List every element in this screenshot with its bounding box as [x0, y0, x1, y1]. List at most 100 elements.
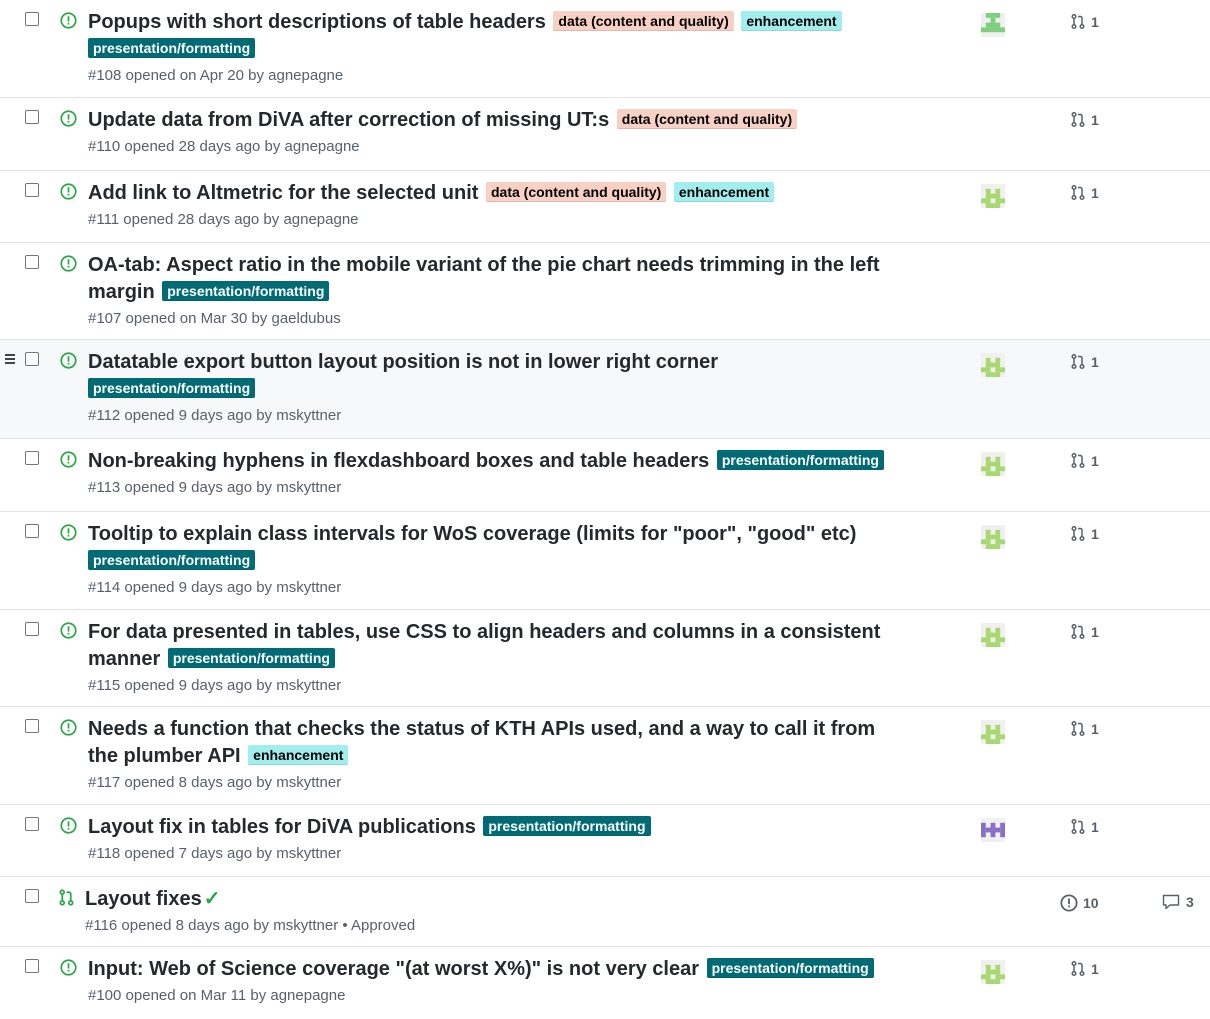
issue-title-link[interactable]: Tooltip to explain class intervals for W… [88, 523, 856, 545]
label-data-quality[interactable]: data (content and quality) [485, 182, 667, 202]
issue-title-link[interactable]: Non-breaking hyphens in flexdashboard bo… [88, 450, 709, 472]
linked-pr-count[interactable]: 1 [1070, 818, 1099, 835]
comment-icon [1162, 894, 1180, 910]
list-item: Input: Web of Science coverage "(at wors… [0, 947, 1210, 1019]
pull-request-icon [1071, 720, 1085, 737]
issue-meta: #108 opened on Apr 20 by agnepagne [88, 67, 344, 84]
comments-count[interactable]: 3 [1162, 894, 1194, 910]
select-checkbox[interactable] [25, 451, 39, 465]
pull-request-icon [1071, 353, 1085, 370]
list-item: For data presented in tables, use CSS to… [0, 610, 1210, 707]
label-presentation-formatting[interactable]: presentation/formatting [706, 958, 874, 978]
pull-request-icon [1071, 184, 1085, 201]
issue-meta: #100 opened on Mar 11 by agnepagne [88, 987, 346, 1004]
select-checkbox[interactable] [25, 183, 39, 197]
assignee-avatar[interactable] [981, 818, 1005, 842]
select-checkbox[interactable] [25, 889, 39, 903]
linked-pr-count[interactable]: 1 [1070, 623, 1099, 640]
assignee-avatar[interactable] [981, 13, 1005, 37]
issue-meta: #115 opened 9 days ago by mskyttner [88, 677, 342, 694]
select-checkbox[interactable] [25, 622, 39, 636]
list-item: Layout fix in tables for DiVA publicatio… [0, 805, 1210, 877]
select-checkbox[interactable] [25, 719, 39, 733]
issue-title-link[interactable]: Needs a function that checks the status … [88, 718, 875, 767]
issue-title-link[interactable]: Update data from DiVA after correction o… [88, 109, 609, 131]
pull-request-icon [1071, 623, 1085, 640]
issue-meta: #111 opened 28 days ago by agnepagne [88, 211, 359, 228]
issue-meta: #113 opened 9 days ago by mskyttner [88, 479, 342, 496]
select-checkbox[interactable] [25, 817, 39, 831]
issue-meta: #110 opened 28 days ago by agnepagne [88, 138, 360, 155]
issue-title-link[interactable]: Popups with short descriptions of table … [88, 11, 546, 33]
assignee-avatar[interactable] [981, 184, 1005, 208]
label-presentation-formatting[interactable]: presentation/formatting [483, 816, 651, 836]
linked-pr-count[interactable]: 1 [1070, 720, 1099, 737]
label-enhancement[interactable]: enhancement [741, 11, 842, 31]
pull-request-icon [1071, 111, 1085, 128]
issue-meta: #117 opened 8 days ago by mskyttner [88, 774, 342, 791]
assignee-avatar[interactable] [981, 525, 1005, 549]
assignee-avatar[interactable] [981, 720, 1005, 744]
list-item: OA-tab: Aspect ratio in the mobile varia… [0, 243, 1210, 340]
issue-meta: #107 opened on Mar 30 by gaeldubus [88, 310, 341, 327]
label-presentation-formatting[interactable]: presentation/formatting [162, 281, 330, 301]
open-pull-request-icon [59, 889, 74, 906]
label-data-quality[interactable]: data (content and quality) [553, 11, 734, 31]
open-issue-icon [60, 817, 77, 834]
label-enhancement[interactable]: enhancement [673, 182, 775, 202]
select-checkbox[interactable] [25, 110, 39, 124]
linked-pr-count[interactable]: 1 [1070, 960, 1099, 977]
open-issue-icon [60, 255, 77, 272]
label-presentation-formatting[interactable]: presentation/formatting [716, 450, 884, 470]
issue-opened-icon [1060, 894, 1078, 912]
select-checkbox[interactable] [25, 352, 39, 366]
linked-pr-count[interactable]: 1 [1070, 111, 1099, 128]
assignee-avatar[interactable] [981, 353, 1005, 377]
issue-meta: #118 opened 7 days ago by mskyttner [88, 845, 342, 862]
label-data-quality[interactable]: data (content and quality) [616, 109, 798, 129]
open-issue-icon [60, 719, 77, 736]
select-checkbox[interactable] [25, 255, 39, 269]
pull-request-icon [1071, 452, 1085, 469]
linked-issues-count[interactable]: 10 [1060, 894, 1099, 912]
pull-request-icon [1071, 818, 1085, 835]
label-presentation-formatting[interactable]: presentation/formatting [167, 648, 335, 668]
label-presentation-formatting[interactable]: presentation/formatting [88, 550, 256, 570]
open-issue-icon [60, 352, 77, 369]
open-issue-icon [60, 12, 77, 29]
issue-list: Popups with short descriptions of table … [0, 0, 1210, 1019]
list-item: Non-breaking hyphens in flexdashboard bo… [0, 439, 1210, 512]
list-item: Needs a function that checks the status … [0, 707, 1210, 805]
assignee-avatar[interactable] [981, 623, 1005, 647]
assignee-avatar[interactable] [981, 960, 1005, 984]
list-item: Datatable export button layout position … [0, 340, 1210, 439]
select-checkbox[interactable] [25, 524, 39, 538]
pr-title-link[interactable]: Layout fixes [85, 888, 202, 910]
label-presentation-formatting[interactable]: presentation/formatting [88, 38, 256, 58]
linked-pr-count[interactable]: 1 [1070, 184, 1099, 201]
issue-title-link[interactable]: Layout fix in tables for DiVA publicatio… [88, 816, 476, 838]
pull-request-icon [1071, 525, 1085, 542]
open-issue-icon [60, 451, 77, 468]
select-checkbox[interactable] [25, 12, 39, 26]
linked-pr-count[interactable]: 1 [1070, 13, 1099, 30]
label-enhancement[interactable]: enhancement [248, 745, 349, 765]
open-issue-icon [60, 524, 77, 541]
linked-pr-count[interactable]: 1 [1070, 452, 1099, 469]
select-checkbox[interactable] [25, 959, 39, 973]
label-presentation-formatting[interactable]: presentation/formatting [88, 378, 256, 398]
issue-title-link[interactable]: Datatable export button layout position … [88, 351, 718, 373]
list-item: Layout fixes ✓ #116 opened 8 days ago by … [0, 877, 1210, 947]
assignee-avatar[interactable] [981, 452, 1005, 476]
list-item: Update data from DiVA after correction o… [0, 98, 1210, 171]
issue-meta: #112 opened 9 days ago by mskyttner [88, 407, 342, 424]
linked-pr-count[interactable]: 1 [1070, 525, 1099, 542]
checks-passed-icon[interactable]: ✓ [204, 888, 221, 910]
issue-title-link[interactable]: Add link to Altmetric for the selected u… [88, 182, 478, 204]
drag-handle-icon[interactable] [5, 354, 15, 364]
open-issue-icon [60, 110, 77, 127]
linked-pr-count[interactable]: 1 [1070, 353, 1099, 370]
list-item: Tooltip to explain class intervals for W… [0, 512, 1210, 610]
pr-meta: #116 opened 8 days ago by mskyttner • Ap… [85, 917, 416, 934]
issue-title-link[interactable]: Input: Web of Science coverage "(at wors… [88, 958, 699, 980]
